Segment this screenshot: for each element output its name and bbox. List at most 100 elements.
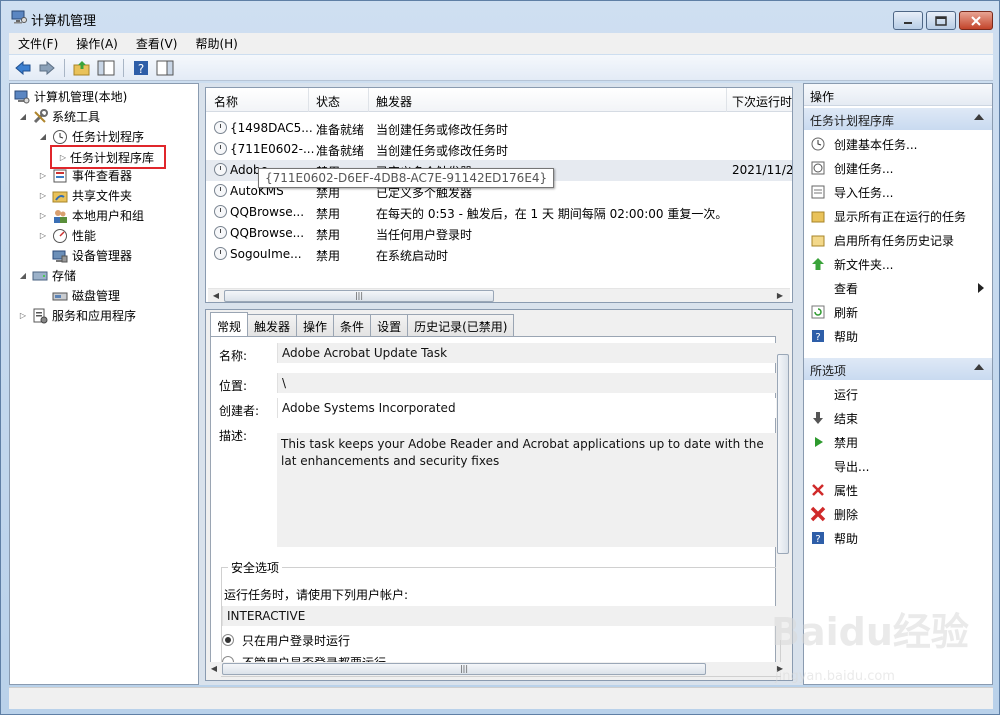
tab-general[interactable]: 常规 xyxy=(210,312,249,336)
detail-vertical-scrollbar[interactable] xyxy=(776,340,790,640)
back-button[interactable] xyxy=(13,58,33,78)
action-import-task[interactable]: 导入任务... xyxy=(804,180,992,204)
action-help-selected[interactable]: ? 帮助 xyxy=(804,526,992,550)
action-label: 创建基本任务... xyxy=(834,137,918,152)
section-title: 任务计划程序库 xyxy=(810,114,895,128)
device-manager-icon xyxy=(52,250,68,262)
name-field[interactable]: Adobe Acrobat Update Task xyxy=(277,343,777,363)
column-header-name[interactable]: 名称 xyxy=(214,93,238,110)
tree-item-services-apps[interactable]: ▷ 服务和应用程序 xyxy=(18,306,136,325)
collapsed-arrow-icon[interactable]: ▷ xyxy=(58,153,68,162)
expanded-arrow-icon[interactable]: ◢ xyxy=(18,271,28,280)
action-properties[interactable]: 属性 xyxy=(804,478,992,502)
menu-file[interactable]: 文件(F) xyxy=(9,35,67,52)
radio-run-when-logged-on[interactable] xyxy=(222,634,234,646)
column-divider[interactable] xyxy=(726,88,727,112)
actions-section-selected-item[interactable]: 所选项 xyxy=(804,358,992,380)
column-divider[interactable] xyxy=(308,88,309,112)
clock-icon xyxy=(53,129,67,144)
collapse-icon[interactable] xyxy=(974,114,984,120)
close-button[interactable] xyxy=(959,11,993,30)
action-export[interactable]: 导出... xyxy=(804,454,992,478)
radio-run-when-logged-on-label: 只在用户登录时运行 xyxy=(242,634,351,648)
maximize-button[interactable] xyxy=(926,11,956,30)
refresh-icon xyxy=(810,304,826,320)
action-run[interactable]: 运行 xyxy=(804,382,992,406)
tree-item-device-manager[interactable]: 设备管理器 xyxy=(52,246,132,265)
tree-item-shared-folders[interactable]: ▷ 共享文件夹 xyxy=(38,186,132,205)
action-create-task[interactable]: 创建任务... xyxy=(804,156,992,180)
menu-action[interactable]: 操作(A) xyxy=(67,35,127,52)
collapse-icon[interactable] xyxy=(974,364,984,370)
svg-text:?: ? xyxy=(815,332,820,343)
action-help[interactable]: ? 帮助 xyxy=(804,324,992,348)
action-refresh[interactable]: 刷新 xyxy=(804,300,992,324)
tab-triggers[interactable]: 触发器 xyxy=(247,314,298,336)
action-new-folder[interactable]: 新文件夹... xyxy=(804,252,992,276)
task-list-horizontal-scrollbar[interactable]: ◀ ||| ▶ xyxy=(208,288,790,302)
tree-item-event-viewer[interactable]: ▷ 事件查看器 xyxy=(38,166,132,185)
menu-view[interactable]: 查看(V) xyxy=(127,35,187,52)
location-field[interactable]: \ xyxy=(277,373,777,393)
column-header-trigger[interactable]: 触发器 xyxy=(376,93,412,110)
tree-item-system-tools[interactable]: ◢ 系统工具 xyxy=(18,107,100,126)
menu-bar: 文件(F) 操作(A) 查看(V) 帮助(H) xyxy=(9,33,993,54)
action-view[interactable]: 查看 xyxy=(804,276,992,300)
tree-item-root[interactable]: 计算机管理(本地) xyxy=(14,87,127,106)
tab-history[interactable]: 历史记录(已禁用) xyxy=(407,314,515,336)
scrollbar-thumb[interactable] xyxy=(777,354,789,554)
collapsed-arrow-icon[interactable]: ▷ xyxy=(38,191,48,200)
tree-item-storage[interactable]: ◢ 存储 xyxy=(18,266,76,285)
table-row[interactable]: QQBrowse... 禁用 当任何用户登录时 xyxy=(206,223,792,244)
action-disable[interactable]: 禁用 xyxy=(804,430,992,454)
tab-settings[interactable]: 设置 xyxy=(370,314,409,336)
minimize-button[interactable] xyxy=(893,11,923,30)
tree-item-performance[interactable]: ▷ 性能 xyxy=(38,226,96,245)
help-button[interactable]: ? xyxy=(131,58,151,78)
task-next-run: 2021/11/2 xyxy=(732,163,793,177)
show-hide-action-pane-button[interactable] xyxy=(155,58,175,78)
tab-conditions[interactable]: 条件 xyxy=(333,314,372,336)
tab-actions[interactable]: 操作 xyxy=(296,314,335,336)
actions-header: 操作 xyxy=(804,84,992,106)
collapsed-arrow-icon[interactable]: ▷ xyxy=(38,231,48,240)
column-header-next-run[interactable]: 下次运行时 xyxy=(732,93,792,110)
task-status: 禁用 xyxy=(316,228,341,242)
scrollbar-thumb[interactable]: ||| xyxy=(222,663,706,675)
action-end[interactable]: 结束 xyxy=(804,406,992,430)
import-task-icon xyxy=(810,184,826,200)
column-header-status[interactable]: 状态 xyxy=(316,93,340,110)
table-row[interactable]: SogouIme... 禁用 在系统启动时 xyxy=(206,244,792,265)
action-enable-history[interactable]: 启用所有任务历史记录 xyxy=(804,228,992,252)
scroll-left-icon[interactable]: ◀ xyxy=(210,290,222,302)
show-hide-console-tree-button[interactable] xyxy=(96,58,116,78)
scroll-right-icon[interactable]: ▶ xyxy=(774,290,786,302)
detail-horizontal-scrollbar[interactable]: ◀ ||| ▶ xyxy=(208,662,790,676)
tree-item-disk-management[interactable]: 磁盘管理 xyxy=(52,286,120,305)
table-row[interactable]: {711E0602-... 准备就绪 当创建任务或修改任务时 xyxy=(206,139,792,160)
table-row[interactable]: QQBrowse... 禁用 在每天的 0:53 - 触发后，在 1 天 期间每… xyxy=(206,202,792,223)
forward-button[interactable] xyxy=(37,58,57,78)
collapsed-arrow-icon[interactable]: ▷ xyxy=(38,211,48,220)
action-create-basic-task[interactable]: 创建基本任务... xyxy=(804,132,992,156)
column-divider[interactable] xyxy=(368,88,369,112)
up-folder-button[interactable] xyxy=(72,58,92,78)
menu-help[interactable]: 帮助(H) xyxy=(186,35,246,52)
scrollbar-thumb[interactable]: ||| xyxy=(224,290,494,302)
expanded-arrow-icon[interactable]: ◢ xyxy=(38,132,48,141)
tree-item-task-scheduler[interactable]: ◢ 任务计划程序 xyxy=(38,127,144,146)
expanded-arrow-icon[interactable]: ◢ xyxy=(18,112,28,121)
collapsed-arrow-icon[interactable]: ▷ xyxy=(18,311,28,320)
author-field[interactable]: Adobe Systems Incorporated xyxy=(277,398,777,418)
action-delete[interactable]: 删除 xyxy=(804,502,992,526)
actions-section-task-library[interactable]: 任务计划程序库 xyxy=(804,108,992,130)
tree-item-local-users[interactable]: ▷ 本地用户和组 xyxy=(38,206,144,225)
scroll-left-icon[interactable]: ◀ xyxy=(208,663,220,675)
action-label: 刷新 xyxy=(834,305,859,320)
table-row[interactable]: {1498DAC5... 准备就绪 当创建任务或修改任务时 xyxy=(206,118,792,139)
run-as-field[interactable]: INTERACTIVE xyxy=(222,606,778,626)
storage-icon xyxy=(32,271,48,280)
action-show-running-tasks[interactable]: 显示所有正在运行的任务 xyxy=(804,204,992,228)
description-field[interactable]: This task keeps your Adobe Reader and Ac… xyxy=(277,433,777,547)
collapsed-arrow-icon[interactable]: ▷ xyxy=(38,171,48,180)
